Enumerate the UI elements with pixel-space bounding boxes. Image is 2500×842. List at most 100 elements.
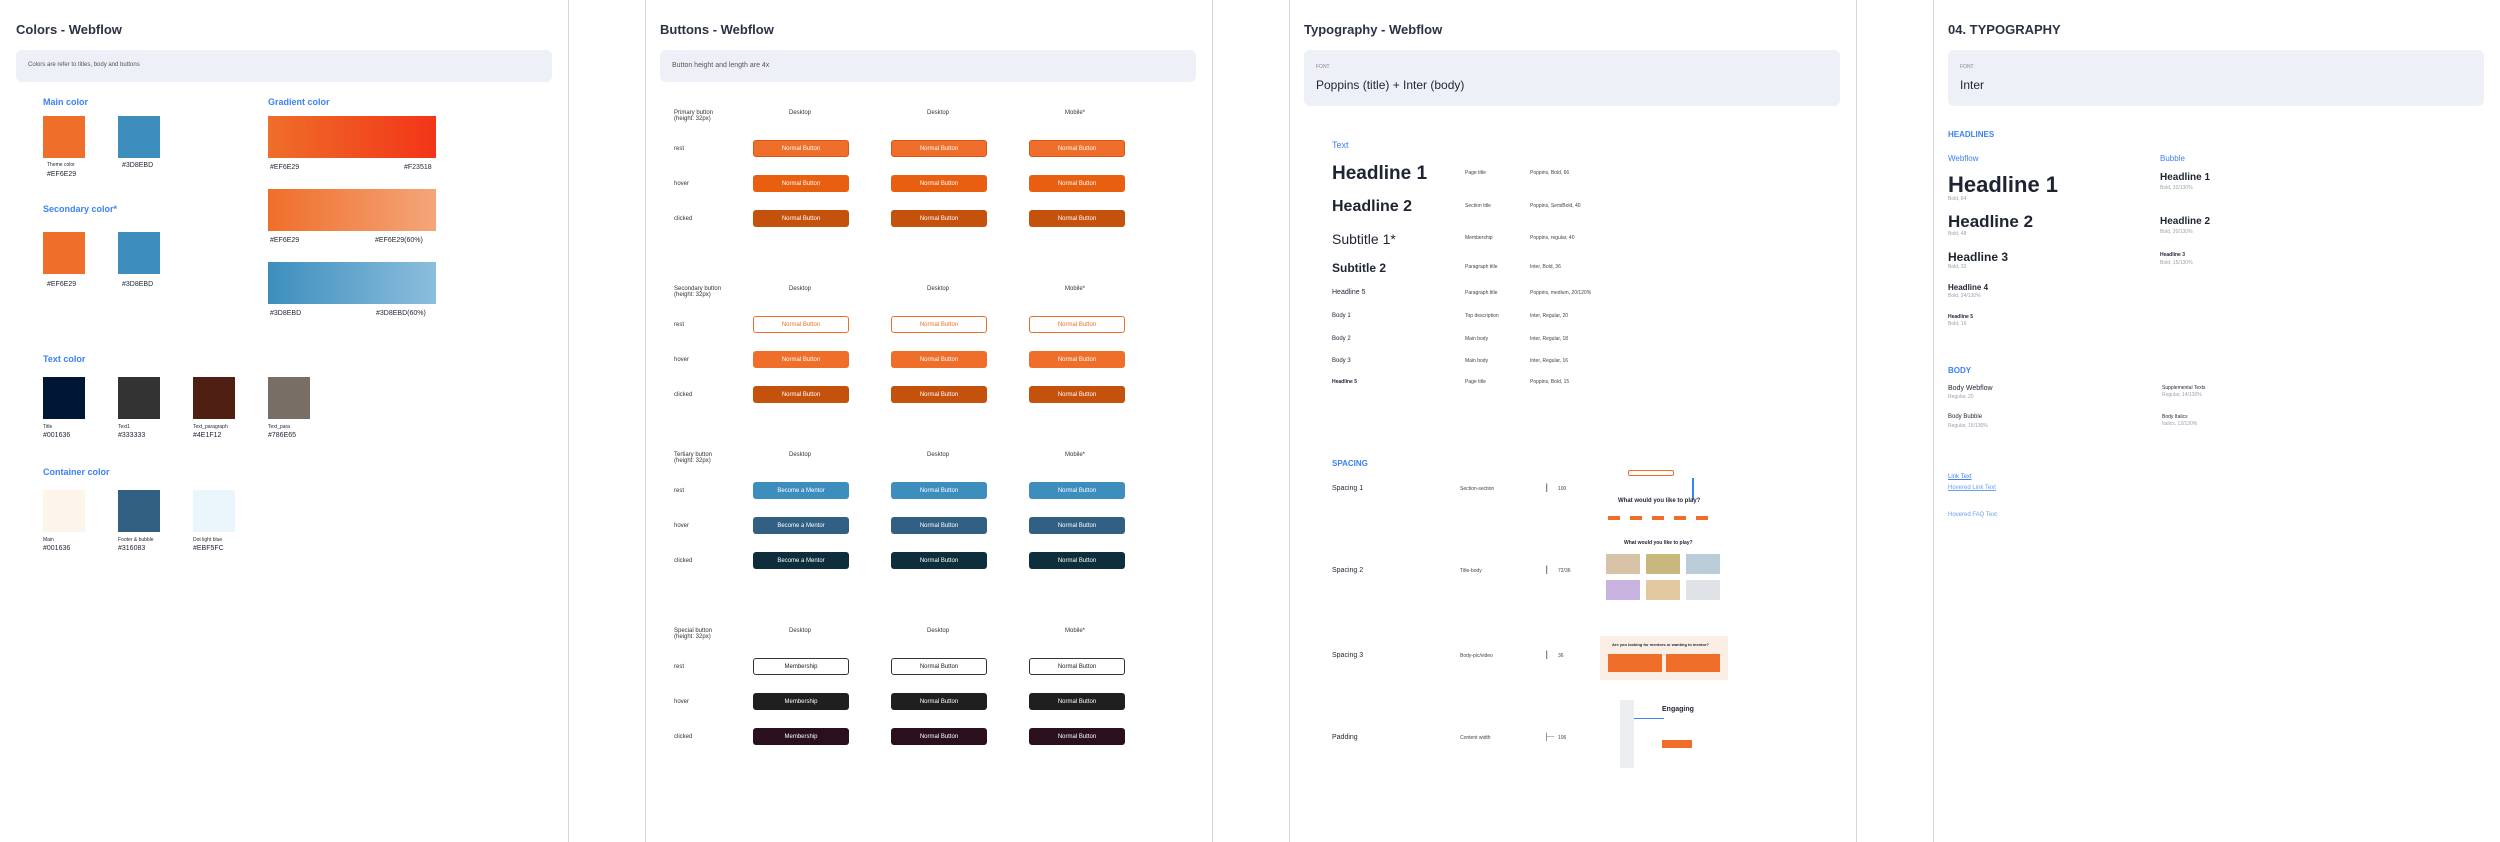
type-sample: Headline 5	[1332, 289, 1366, 296]
separator	[568, 0, 569, 842]
type-sample: Headline 1	[1332, 163, 1428, 184]
webflow-headline: Headline 1	[1948, 172, 2059, 197]
container-color-title: Container color	[43, 467, 110, 477]
normal-button[interactable]: Membership	[753, 658, 849, 675]
normal-button[interactable]: Normal Button	[1029, 658, 1125, 675]
normal-button[interactable]: Normal Button	[1029, 552, 1125, 569]
normal-button[interactable]: Normal Button	[753, 210, 849, 227]
webflow-headline: Headline 4	[1948, 283, 1989, 292]
normal-button[interactable]: Become a Mentor	[753, 482, 849, 499]
state-label: rest	[674, 146, 685, 152]
normal-button[interactable]: Normal Button	[891, 728, 987, 745]
font2-label: FONT	[1960, 64, 1974, 70]
gradient-1-b: #F23518	[404, 164, 432, 171]
normal-button[interactable]: Normal Button	[891, 175, 987, 192]
swatch-text1-name: Text1	[118, 424, 130, 430]
column-header: Mobile*	[1065, 110, 1086, 116]
bubble-headline-spec: Bold, 15/130%	[2160, 260, 2193, 266]
swatch-secondary-orange-hex: #EF6E29	[47, 281, 77, 288]
column-header: Desktop	[927, 110, 950, 116]
bubble-headline: Headline 1	[2160, 172, 2211, 183]
column-header: Desktop	[927, 286, 950, 292]
normal-button[interactable]: Normal Button	[891, 517, 987, 534]
hovered-link-text[interactable]: Hovered Link Text	[1948, 485, 1996, 491]
secondary-color-title: Secondary color*	[43, 204, 118, 214]
normal-button[interactable]: Normal Button	[891, 351, 987, 368]
normal-button[interactable]: Normal Button	[891, 693, 987, 710]
normal-button[interactable]: Normal Button	[891, 658, 987, 675]
button-group-sublabel: (height: 32px)	[674, 634, 711, 640]
link-text[interactable]: Link Text	[1948, 474, 1972, 480]
spacing-usage: Title-body	[1460, 568, 1482, 574]
type-spec: Poppins, Bold, 15	[1530, 378, 1570, 385]
text-color-title: Text color	[43, 354, 86, 364]
swatch-container-footer-hex: #316083	[118, 545, 146, 552]
swatch-text1-hex: #333333	[118, 432, 146, 439]
normal-button[interactable]: Normal Button	[753, 175, 849, 192]
gradient-3-a: #3D8EBD	[270, 310, 302, 317]
swatch-secondary-blue	[118, 232, 160, 274]
normal-button[interactable]: Normal Button	[891, 140, 987, 157]
normal-button[interactable]: Membership	[753, 728, 849, 745]
normal-button[interactable]: Normal Button	[1029, 386, 1125, 403]
button-group-sublabel: (height: 32px)	[674, 458, 711, 464]
buttons-frame: Buttons - Webflow Button height and leng…	[646, 0, 1212, 842]
swatch-text-title-hex: #001636	[43, 432, 71, 439]
preview-question-3: Are you looking for mentors or wanting t…	[1612, 642, 1709, 647]
spacing-preview-3: Are you looking for mentors or wanting t…	[1600, 636, 1728, 680]
font-box: FONT Poppins (title) + Inter (body)	[1304, 50, 1840, 106]
main-color-title: Main color	[43, 97, 89, 107]
spacing-name: Spacing 1	[1332, 485, 1364, 492]
spacing-name: Spacing 3	[1332, 652, 1364, 659]
normal-button[interactable]: Normal Button	[753, 351, 849, 368]
normal-button[interactable]: Normal Button	[1029, 210, 1125, 227]
type-sample: Subtitle 2	[1332, 261, 1387, 275]
swatch-theme-name: Theme color	[47, 162, 75, 168]
normal-button[interactable]: Normal Button	[1029, 517, 1125, 534]
gradient-blue-light	[268, 262, 436, 304]
gradient-2-a: #EF6E29	[270, 237, 300, 244]
normal-button[interactable]: Normal Button	[1029, 482, 1125, 499]
normal-button[interactable]: Normal Button	[753, 140, 849, 157]
body-style: Supplemental Texts	[2162, 385, 2206, 391]
normal-button[interactable]: Become a Mentor	[753, 552, 849, 569]
hovered-faq-text[interactable]: Hovered FAQ Text	[1948, 512, 1997, 518]
text-section-title: Text	[1332, 140, 1349, 150]
gradient-orange-red	[268, 116, 436, 158]
colors-title: Colors - Webflow	[16, 22, 122, 37]
normal-button[interactable]: Normal Button	[891, 552, 987, 569]
type-usage: Main body	[1465, 358, 1489, 364]
spacing-usage: Section-section	[1460, 486, 1495, 492]
type-sample: Body 1	[1332, 313, 1351, 319]
normal-button[interactable]: Normal Button	[753, 386, 849, 403]
swatch-container-dot	[193, 490, 235, 532]
swatch-text-paragraph	[193, 377, 235, 419]
typography2-title: 04. TYPOGRAPHY	[1948, 22, 2061, 37]
normal-button[interactable]: Normal Button	[1029, 693, 1125, 710]
normal-button[interactable]: Normal Button	[753, 316, 849, 333]
state-label: clicked	[674, 734, 693, 740]
swatch-container-footer	[118, 490, 160, 532]
type-usage: Paragraph title	[1465, 264, 1498, 270]
normal-button[interactable]: Membership	[753, 693, 849, 710]
normal-button[interactable]: Normal Button	[891, 482, 987, 499]
column-header: Desktop	[927, 452, 950, 458]
colors-note-text: Colors are refer to titles, body and but…	[28, 62, 140, 68]
normal-button[interactable]: Normal Button	[891, 316, 987, 333]
column-header: Desktop	[789, 628, 812, 634]
swatch-text-title	[43, 377, 85, 419]
normal-button[interactable]: Normal Button	[891, 210, 987, 227]
column-header: Mobile*	[1065, 452, 1086, 458]
normal-button[interactable]: Become a Mentor	[753, 517, 849, 534]
normal-button[interactable]: Normal Button	[1029, 140, 1125, 157]
normal-button[interactable]: Normal Button	[1029, 175, 1125, 192]
normal-button[interactable]: Normal Button	[1029, 728, 1125, 745]
button-group-sublabel: (height: 32px)	[674, 292, 711, 298]
typography2-frame: 04. TYPOGRAPHY FONT Inter HEADLINES Webf…	[1934, 0, 2500, 842]
body-style: Body Webflow	[1948, 385, 1993, 392]
normal-button[interactable]: Normal Button	[1029, 351, 1125, 368]
state-label: rest	[674, 664, 685, 670]
swatch-text-para-hex: #786E65	[268, 432, 297, 439]
normal-button[interactable]: Normal Button	[891, 386, 987, 403]
normal-button[interactable]: Normal Button	[1029, 316, 1125, 333]
